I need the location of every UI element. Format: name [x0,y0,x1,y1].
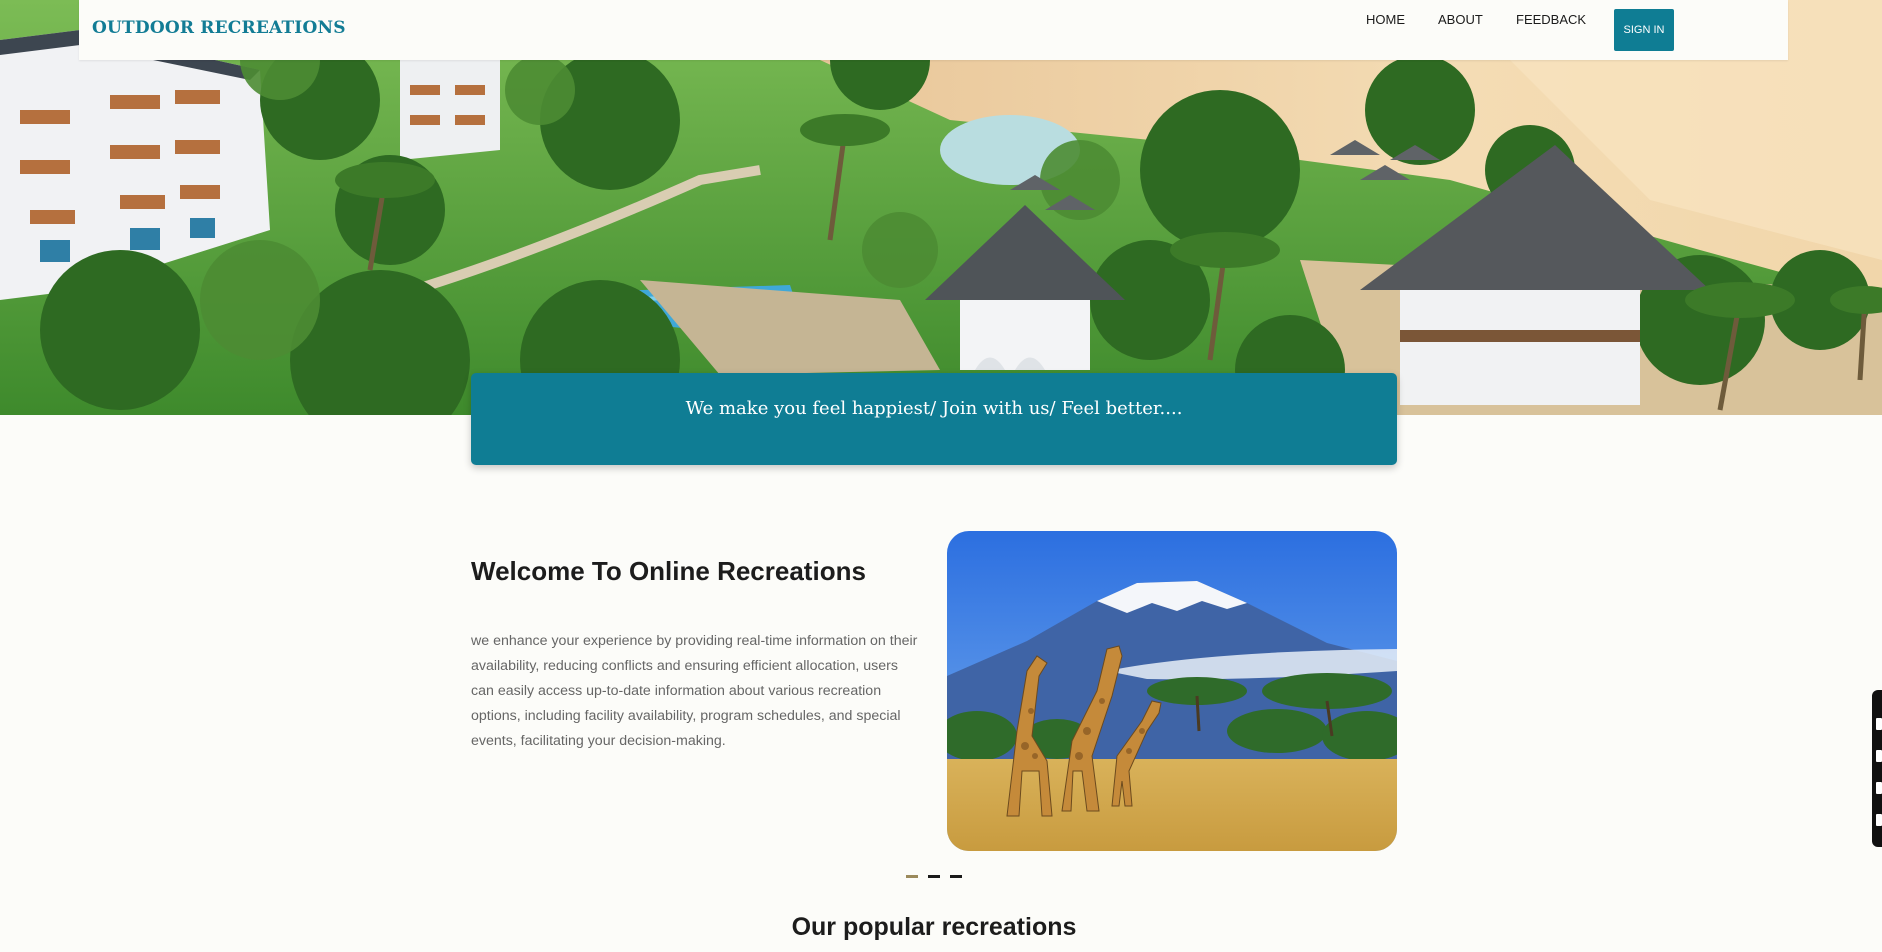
resort-illustration [0,0,1882,415]
hero-resort-image [0,0,1882,415]
carousel-indicator-3[interactable] [950,875,962,878]
side-widget-icon-2[interactable] [1876,750,1882,762]
giraffe-illustration [947,531,1397,851]
tagline-text: We make you feel happiest/ Join with us/… [685,398,1183,419]
welcome-description: we enhance your experience by providing … [471,633,918,749]
sign-in-button[interactable]: SIGN IN [1614,9,1674,51]
nav-feedback-link[interactable]: FEEDBACK [1516,12,1586,27]
top-navbar: OUTDOOR RECREATIONS HOME ABOUT FEEDBACK … [79,0,1788,60]
welcome-heading: Welcome To Online Recreations [471,556,866,586]
carousel-indicator-1[interactable] [906,875,918,878]
safari-giraffes-image [947,531,1397,851]
tagline-banner: We make you feel happiest/ Join with us/… [471,373,1397,465]
side-widget-icon-1[interactable] [1876,718,1882,730]
nav-about-link[interactable]: ABOUT [1438,12,1483,27]
popular-recreations-heading: Our popular recreations [791,913,1077,941]
brand-logo[interactable]: OUTDOOR RECREATIONS [92,18,346,38]
side-widget-icon-4[interactable] [1876,814,1882,826]
carousel-indicators [906,875,962,879]
side-widget-icon-3[interactable] [1876,782,1882,794]
carousel-indicator-2[interactable] [928,875,940,878]
side-toolbar-widget[interactable] [1872,690,1882,847]
nav-home-link[interactable]: HOME [1366,12,1405,27]
